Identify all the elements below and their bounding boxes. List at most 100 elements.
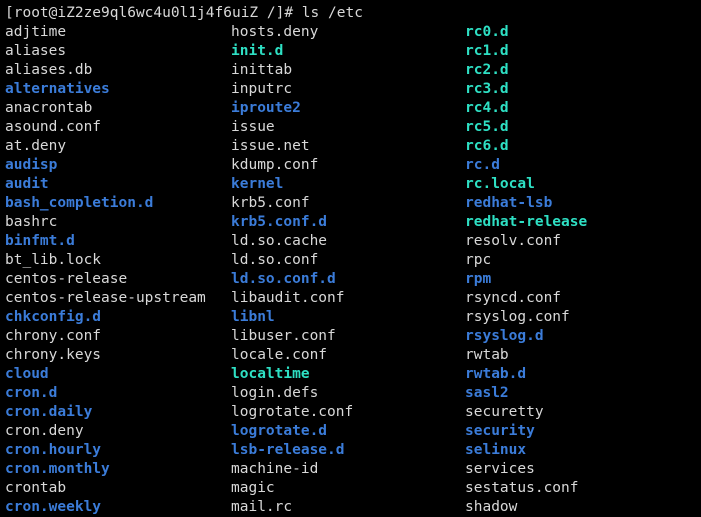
listing-entry-file: inittab: [231, 62, 293, 78]
listing-entry-file: adjtime: [5, 24, 67, 40]
listing-entry-directory: cron.monthly: [5, 461, 110, 477]
terminal-window[interactable]: [root@iZ2ze9ql6wc4u0l1j4f6uiZ /]# ls /et…: [0, 0, 701, 515]
listing-row: alternatives inputrc rc3.d: [0, 80, 701, 99]
listing-entry-directory: alternatives: [5, 81, 110, 97]
listing-entry-directory: rsyslog.d: [465, 328, 544, 344]
listing-entry-directory: audisp: [5, 157, 58, 173]
listing-row: aliases.db inittab rc2.d: [0, 61, 701, 80]
listing-entry-directory: krb5.conf.d: [231, 214, 328, 230]
listing-row: binfmt.d ld.so.cache resolv.conf: [0, 232, 701, 251]
listing-row: asound.conf issue rc5.d: [0, 118, 701, 137]
listing-entry-symlink: rc0.d: [465, 24, 509, 40]
listing-entry-directory: rpm: [465, 271, 492, 287]
listing-entry-file: issue: [231, 119, 275, 135]
listing-entry-file: inputrc: [231, 81, 293, 97]
listing-row: chrony.keys locale.conf rwtab: [0, 346, 701, 365]
listing-entry-file: centos-release: [5, 271, 128, 287]
listing-entry-file: at.deny: [5, 138, 67, 154]
listing-entry-file: ld.so.cache: [231, 233, 328, 249]
listing-entry-file: machine-id: [231, 461, 319, 477]
listing-entry-directory: redhat-lsb: [465, 195, 553, 211]
listing-entry-file: logrotate.conf: [231, 404, 354, 420]
listing-entry-file: mail.rc: [231, 499, 293, 515]
listing-entry-symlink: rc6.d: [465, 138, 509, 154]
listing-entry-symlink: redhat-release: [465, 214, 588, 230]
listing-row: at.deny issue.net rc6.d: [0, 137, 701, 156]
listing-row: cloud localtime rwtab.d: [0, 365, 701, 384]
listing-entry-directory: cron.hourly: [5, 442, 102, 458]
listing-row: cron.weekly mail.rc shadow: [0, 498, 701, 517]
listing-row: centos-release-upstream libaudit.conf rsyn…: [0, 289, 701, 308]
listing-entry-file: chrony.conf: [5, 328, 102, 344]
listing-entry-file: locale.conf: [231, 347, 328, 363]
listing-entry-symlink: rc4.d: [465, 100, 509, 116]
listing-entry-file: anacrontab: [5, 100, 93, 116]
listing-entry-directory: logrotate.d: [231, 423, 328, 439]
listing-entry-directory: cron.weekly: [5, 499, 102, 515]
listing-entry-directory: ld.so.conf.d: [231, 271, 336, 287]
listing-row: anacrontab iproute2 rc4.d: [0, 99, 701, 118]
listing-entry-file: bt_lib.lock: [5, 252, 102, 268]
listing-entry-file: issue.net: [231, 138, 310, 154]
listing-entry-file: shadow: [465, 499, 518, 515]
listing-row: cron.monthly machine-id services: [0, 460, 701, 479]
listing-row: bashrc krb5.conf.d redhat-release: [0, 213, 701, 232]
listing-entry-directory: cloud: [5, 366, 49, 382]
listing-entry-file: login.defs: [231, 385, 319, 401]
listing-entry-file: aliases.db: [5, 62, 93, 78]
listing-entry-file: resolv.conf: [465, 233, 562, 249]
listing-row: bash_completion.d krb5.conf redhat-lsb: [0, 194, 701, 213]
listing-entry-file: securetty: [465, 404, 544, 420]
listing-row: chrony.conf libuser.conf rsyslog.d: [0, 327, 701, 346]
listing-entry-file: rpc: [465, 252, 492, 268]
listing-entry-file: magic: [231, 480, 275, 496]
listing-entry-directory: bash_completion.d: [5, 195, 154, 211]
listing-row: cron.d login.defs sasl2: [0, 384, 701, 403]
listing-entry-directory: selinux: [465, 442, 527, 458]
listing-entry-file: sestatus.conf: [465, 480, 579, 496]
listing-entry-file: asound.conf: [5, 119, 102, 135]
listing-entry-file: rwtab: [465, 347, 509, 363]
listing-entry-symlink: init.d: [231, 43, 284, 59]
listing-entry-directory: kernel: [231, 176, 284, 192]
listing-row: bt_lib.lock ld.so.conf rpc: [0, 251, 701, 270]
listing-entry-file: crontab: [5, 480, 67, 496]
shell-prompt-line: [root@iZ2ze9ql6wc4u0l1j4f6uiZ /]# ls /et…: [5, 5, 363, 21]
listing-entry-file: libaudit.conf: [231, 290, 345, 306]
listing-entry-symlink: rc3.d: [465, 81, 509, 97]
listing-entry-directory: binfmt.d: [5, 233, 75, 249]
listing-row: cron.daily logrotate.conf securetty: [0, 403, 701, 422]
listing-entry-file: krb5.conf: [231, 195, 310, 211]
listing-entry-file: services: [465, 461, 535, 477]
listing-row: aliases init.d rc1.d: [0, 42, 701, 61]
listing-row: audisp kdump.conf rc.d: [0, 156, 701, 175]
listing-entry-directory: cron.d: [5, 385, 58, 401]
listing-row: centos-release ld.so.conf.d rpm: [0, 270, 701, 289]
listing-entry-directory: iproute2: [231, 100, 301, 116]
listing-entry-symlink: rc5.d: [465, 119, 509, 135]
listing-entry-directory: rc.d: [465, 157, 500, 173]
listing-entry-directory: audit: [5, 176, 49, 192]
listing-row: adjtime hosts.deny rc0.d: [0, 23, 701, 42]
listing-entry-file: rsyslog.conf: [465, 309, 570, 325]
listing-row: crontab magic sestatus.conf: [0, 479, 701, 498]
ls-output-listing: adjtime hosts.deny rc0.d aliases init.d rc1.d…: [0, 23, 701, 517]
listing-entry-directory: cron.daily: [5, 404, 93, 420]
listing-entry-file: chrony.keys: [5, 347, 102, 363]
listing-entry-file: centos-release-upstream: [5, 290, 206, 306]
listing-entry-symlink: rc1.d: [465, 43, 509, 59]
listing-entry-symlink: rc.local: [465, 176, 535, 192]
listing-entry-symlink: rc2.d: [465, 62, 509, 78]
listing-entry-directory: chkconfig.d: [5, 309, 102, 325]
listing-entry-symlink: localtime: [231, 366, 310, 382]
listing-entry-directory: security: [465, 423, 535, 439]
listing-entry-file: cron.deny: [5, 423, 84, 439]
listing-row: cron.deny logrotate.d security: [0, 422, 701, 441]
listing-entry-file: rsyncd.conf: [465, 290, 562, 306]
listing-entry-directory: rwtab.d: [465, 366, 527, 382]
listing-entry-file: libuser.conf: [231, 328, 336, 344]
listing-entry-file: aliases: [5, 43, 67, 59]
listing-row: chkconfig.d libnl rsyslog.conf: [0, 308, 701, 327]
listing-row: audit kernel rc.local: [0, 175, 701, 194]
listing-entry-file: ld.so.conf: [231, 252, 319, 268]
